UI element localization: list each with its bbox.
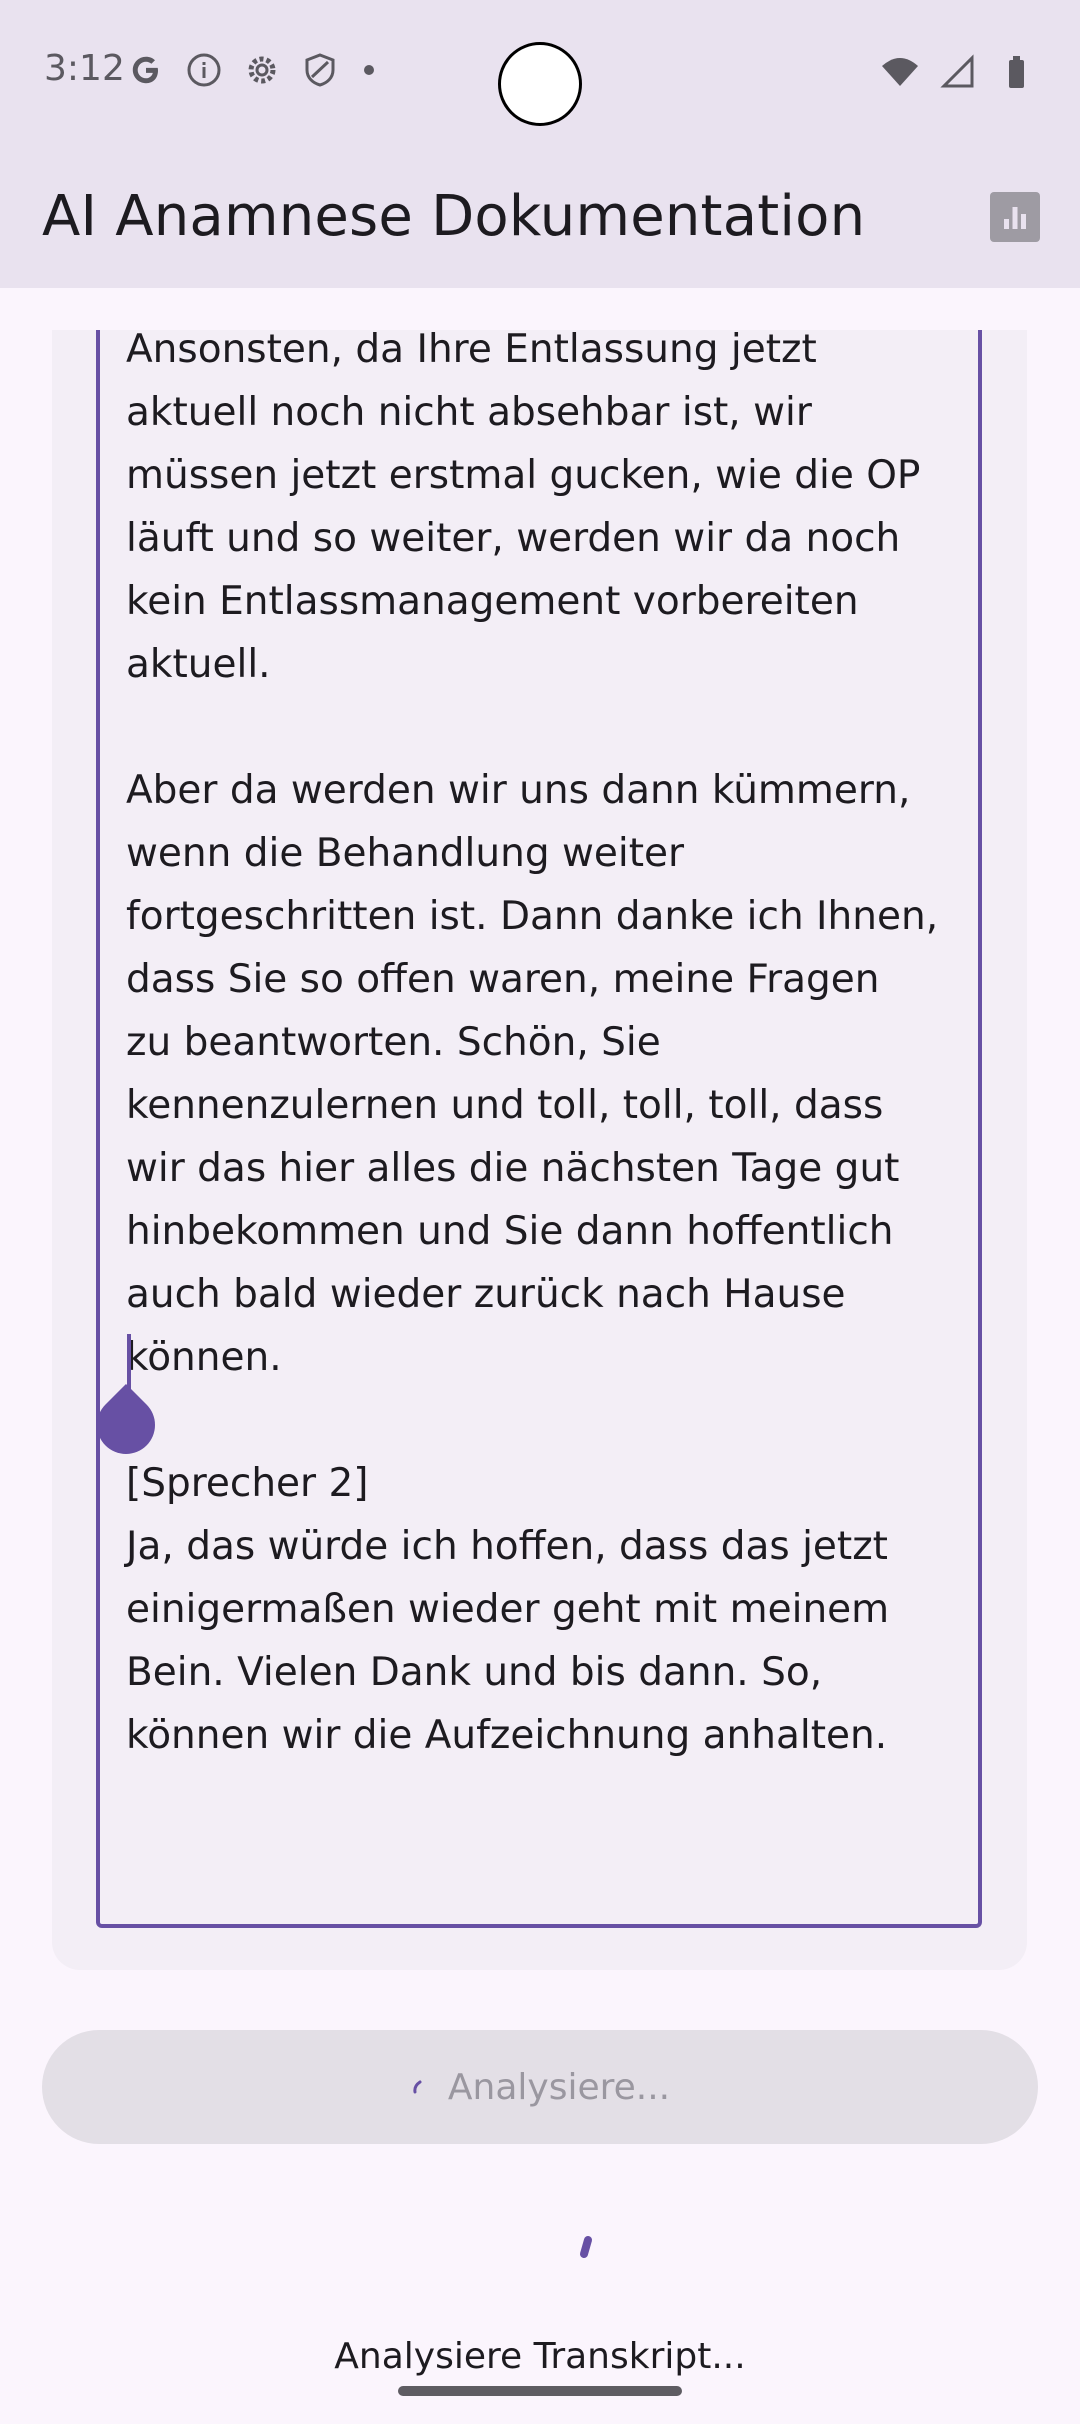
app-bar: AI Anamnese Dokumentation xyxy=(0,140,1080,288)
analyze-button[interactable]: Analysiere... xyxy=(42,2030,1038,2144)
status-bar: 3:12 xyxy=(0,0,1080,140)
settings-icon xyxy=(248,56,276,84)
app-title: AI Anamnese Dokumentation xyxy=(42,184,866,249)
home-indicator[interactable] xyxy=(398,2386,682,2396)
google-icon xyxy=(132,56,158,84)
status-icons-left xyxy=(126,50,374,90)
info-icon xyxy=(187,53,221,87)
bar-chart-button[interactable] xyxy=(990,192,1040,242)
dot-icon xyxy=(364,65,374,75)
wifi-icon xyxy=(882,58,918,86)
loading-spinner-icon xyxy=(413,2080,422,2094)
analyze-button-label: Analysiere... xyxy=(447,2066,671,2108)
battery-icon xyxy=(1009,56,1024,88)
shield-icon xyxy=(305,53,335,87)
signal-icon xyxy=(940,54,974,88)
progress-spinner-icon xyxy=(580,2236,592,2258)
bar-chart-icon xyxy=(1004,207,1026,229)
camera-cutout xyxy=(498,42,582,126)
status-icons-right xyxy=(880,52,1036,92)
status-message: Analysiere Transkript... xyxy=(334,2336,746,2377)
status-time: 3:12 xyxy=(44,48,125,89)
transcript-text[interactable]: Ansonsten, da Ihre Entlassung jetzt aktu… xyxy=(126,318,966,1767)
